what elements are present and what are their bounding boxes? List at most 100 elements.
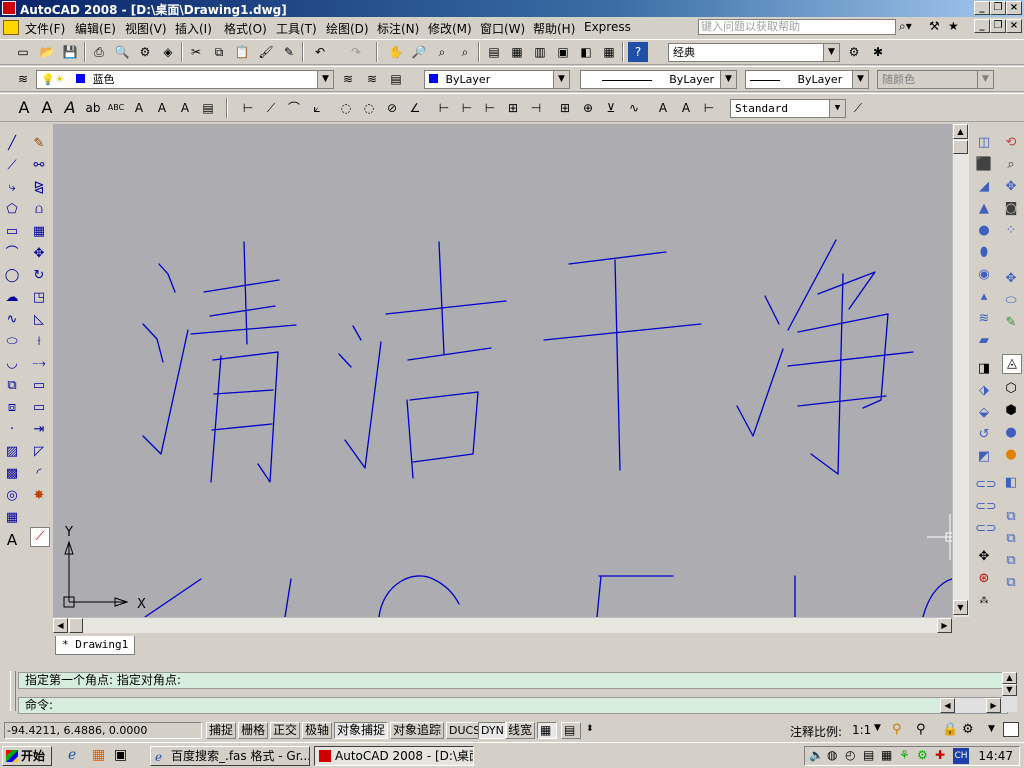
dim-angular-icon[interactable]: ∠ (405, 98, 425, 118)
3d-wireframe-icon[interactable]: ⬡ (1002, 380, 1020, 398)
quicklaunch-icon[interactable]: ▦ (92, 747, 110, 765)
3d-pan-icon[interactable]: ✥ (1002, 178, 1020, 196)
join-icon[interactable]: ⇥ (30, 421, 48, 439)
status-menu-icon[interactable]: ▼ (988, 724, 995, 734)
tab-drawing1[interactable]: * Drawing1 (55, 636, 136, 655)
task-browser[interactable]: ℯ 百度搜索_.fas 格式 - Gr... (150, 746, 310, 766)
hatch-icon[interactable]: ▨ (3, 443, 21, 461)
dim-arc-icon[interactable]: ⌒ (284, 98, 304, 118)
chevron-down-icon[interactable]: ▼ (874, 723, 881, 733)
menu-format[interactable]: 格式(O) (224, 20, 267, 37)
stretch-icon[interactable]: ◺ (30, 311, 48, 329)
polysolid-icon[interactable]: ◫ (975, 134, 993, 152)
draw-order-icon[interactable]: ⟋ (30, 527, 50, 547)
layout-icon[interactable]: ▤ (561, 722, 581, 739)
polygon-icon[interactable]: ⬠ (3, 201, 21, 219)
layer-manager-icon[interactable]: ≋ (13, 69, 33, 89)
revision-cloud-icon[interactable]: ☁ (3, 289, 21, 307)
spline-icon[interactable]: ∿ (3, 311, 21, 329)
wedge-icon[interactable]: ◢ (975, 178, 993, 196)
menu-insert[interactable]: 插入(I) (175, 20, 212, 37)
open-icon[interactable]: 📂 (37, 42, 57, 62)
communication-center-icon[interactable]: ⚒ (929, 19, 949, 35)
torus-icon[interactable]: ◉ (975, 266, 993, 284)
scroll-right-icon[interactable]: ▶ (986, 698, 1001, 713)
walk-icon[interactable]: ⁘ (1002, 222, 1020, 240)
rectangle-icon[interactable]: ▭ (3, 223, 21, 241)
task-autocad[interactable]: AutoCAD 2008 - [D:\桌面... (314, 746, 474, 766)
point-icon[interactable]: · (3, 421, 21, 439)
shade-icon[interactable]: ⬭ (1002, 292, 1020, 310)
autocad-app-icon[interactable] (2, 1, 16, 15)
helix-icon[interactable]: ≋ (975, 310, 993, 328)
lineweight-select[interactable]: ByLayer ▼ (745, 70, 869, 89)
close-button[interactable]: × (1006, 1, 1022, 15)
text-style-icon[interactable]: A (129, 98, 149, 118)
bring-to-front-icon[interactable]: ⧉ (1002, 508, 1020, 526)
start-button[interactable]: 开始 (2, 746, 52, 766)
dim-aligned-icon[interactable]: ⟋ (261, 98, 281, 118)
menu-help[interactable]: 帮助(H) (533, 20, 575, 37)
document-icon[interactable] (3, 20, 19, 35)
undo-icon[interactable]: ↶ (310, 42, 330, 62)
redo-icon[interactable]: ↷ (346, 42, 366, 62)
layer-select[interactable]: 💡☀ 蓝色 ▼ (36, 70, 334, 89)
doc-minimize-button[interactable]: _ (974, 19, 990, 33)
new-icon[interactable]: ▭ (13, 42, 33, 62)
lineweight-toggle[interactable]: 线宽 (505, 722, 536, 739)
search-icon[interactable]: ⌕▾ (899, 19, 927, 35)
send-under-icon[interactable]: ⧉ (1002, 574, 1020, 592)
publish-icon[interactable]: ⚙ (135, 42, 155, 62)
ortho-toggle[interactable]: 正交 (270, 722, 301, 739)
scroll-thumb[interactable] (953, 140, 968, 154)
ie-icon[interactable]: ℯ (68, 747, 86, 765)
color-select[interactable]: ByLayer ▼ (424, 70, 570, 89)
send-to-back-icon[interactable]: ⧉ (1002, 530, 1020, 548)
copy-object-icon[interactable]: ⚯ (30, 157, 48, 175)
intersect-icon[interactable]: ⊂⊃ (975, 520, 997, 538)
construction-line-icon[interactable]: ⟋ (3, 157, 21, 175)
chevron-down-icon[interactable]: ▼ (317, 71, 333, 88)
cylinder-icon[interactable]: ⬮ (975, 244, 993, 262)
menu-window[interactable]: 窗口(W) (480, 20, 525, 37)
help-icon[interactable]: ? (628, 42, 648, 62)
conceptual-icon[interactable]: ● (1002, 446, 1020, 464)
chevron-down-icon[interactable]: ▼ (720, 71, 736, 88)
extrude-icon[interactable]: ◨ (975, 360, 993, 378)
scroll-up-icon[interactable]: ▲ (1002, 672, 1017, 684)
favorites-star-icon[interactable]: ★ (948, 19, 964, 35)
revolve-icon[interactable]: ↺ (975, 426, 993, 444)
menu-tools[interactable]: 工具(T) (276, 20, 317, 37)
chevron-down-icon[interactable]: ▼ (852, 71, 868, 88)
convert-distance-icon[interactable]: ▤ (198, 98, 218, 118)
markup-icon[interactable]: ◧ (576, 42, 596, 62)
table-icon[interactable]: ▦ (3, 509, 21, 527)
chevron-down-icon[interactable]: ▼ (553, 71, 569, 88)
dim-continue-icon[interactable]: ⊢ (480, 98, 500, 118)
polar-toggle[interactable]: 极轴 (302, 722, 333, 739)
tray-app-icon[interactable]: ✚ (935, 748, 945, 762)
network-icon[interactable]: ◍ (827, 748, 837, 762)
menu-file[interactable]: 文件(F) (25, 20, 65, 37)
ellipse-arc-icon[interactable]: ◡ (3, 355, 21, 373)
erase-icon[interactable]: ✎ (30, 135, 48, 153)
show-desktop-icon[interactable]: ▣ (114, 747, 132, 765)
maximize-button[interactable]: ❐ (990, 1, 1006, 15)
osnap-toggle[interactable]: 对象捕捉 (334, 722, 389, 739)
coordinate-readout[interactable]: -94.4211, 6.4886, 0.0000 (4, 722, 202, 739)
tray-app-icon[interactable]: ▦ (881, 748, 892, 762)
layer-states-icon[interactable]: ▤ (386, 69, 406, 89)
dim-break-icon[interactable]: ⊣ (526, 98, 546, 118)
calculator-icon[interactable]: ▦ (599, 42, 619, 62)
pan-icon[interactable]: ✋ (386, 42, 406, 62)
bring-above-icon[interactable]: ⧉ (1002, 552, 1020, 570)
tray-app-icon[interactable]: ▤ (863, 748, 874, 762)
3d-dwf-icon[interactable]: ◈ (158, 42, 178, 62)
sweep-icon[interactable]: ⬙ (975, 404, 993, 422)
dim-style-manager-icon[interactable]: ⟋ (848, 98, 868, 118)
zoom-window-icon[interactable]: ⌕ (432, 42, 452, 62)
single-line-text-icon[interactable]: A (14, 98, 34, 118)
render-icon[interactable]: ✎ (1002, 314, 1020, 332)
camera-icon[interactable]: ◙ (1002, 200, 1020, 218)
gradient-icon[interactable]: ▩ (3, 465, 21, 483)
